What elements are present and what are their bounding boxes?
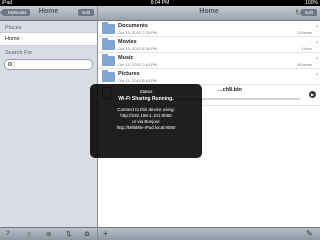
add-icon[interactable]: + — [103, 229, 108, 238]
browser-title: Home — [199, 8, 219, 15]
folder-icon — [102, 54, 115, 66]
search-icon — [8, 62, 12, 66]
places-header: Places — [5, 25, 22, 31]
search-header: Search For — [5, 50, 33, 56]
browser-toolbar: + ✎ — [98, 227, 320, 240]
sidebar-edit-button[interactable]: Edit — [78, 9, 94, 16]
item-name: ...ch8.bin — [218, 87, 242, 93]
dialog-line: Connect to this device using: — [117, 107, 175, 112]
folder-icon — [102, 70, 115, 82]
item-count: 13 items — [296, 30, 312, 35]
chevron-right-icon: › — [316, 56, 318, 62]
chevron-right-icon: › — [316, 24, 318, 30]
list-item[interactable]: Movies Oct 13, 2010 6:36 PM 1 item › — [98, 37, 320, 53]
folder-icon — [102, 22, 115, 34]
edit-icon[interactable]: ✎ — [306, 229, 313, 238]
share-icon[interactable]: ⊚ — [46, 230, 51, 238]
browser-edit-button[interactable]: Edit — [301, 9, 317, 16]
chevron-right-icon: › — [316, 72, 318, 78]
sidebar-toolbar: ? ⌔ ⊚ ⇅ ⚙ — [0, 227, 97, 240]
item-name: Movies — [118, 39, 137, 45]
item-name: Documents — [118, 23, 148, 29]
item-count: 1 item — [301, 46, 312, 51]
dialog-line: http://192.168.1.101:8080 — [120, 113, 172, 118]
play-icon[interactable]: ▶ — [309, 91, 316, 98]
list-item[interactable]: Documents Oct 13, 2010 7:25 PM 13 items … — [98, 21, 320, 37]
status-dialog: Status Wi-Fi Sharing Running. Connect to… — [90, 84, 202, 158]
item-count: 45 items — [296, 62, 312, 67]
item-date: Oct 13, 2010 7:44 PM — [118, 62, 157, 67]
chevron-right-icon: › — [316, 40, 318, 46]
help-icon[interactable]: ? — [6, 230, 10, 237]
dialog-line: or via Bonjour — [132, 119, 160, 124]
list-item[interactable]: Music Oct 13, 2010 7:44 PM 45 items › — [98, 53, 320, 69]
browser-navbar: Home ↻ Edit — [98, 6, 320, 21]
item-date: Oct 13, 2010 6:36 PM — [118, 46, 157, 51]
gear-icon[interactable]: ⚙ — [84, 230, 90, 238]
item-date: Oct 13, 2010 6:45 PM — [118, 78, 157, 83]
search-input[interactable] — [4, 59, 93, 70]
dialog-subtitle: Wi-Fi Sharing Running. — [118, 96, 174, 102]
sidebar: MyBooks Home Edit Places Home Search For… — [0, 6, 98, 240]
wifi-icon[interactable]: ⌔ — [26, 230, 32, 239]
sync-icon[interactable]: ⇅ — [66, 230, 71, 238]
list-item[interactable]: Pictures Oct 13, 2010 6:45 PM › — [98, 69, 320, 85]
dialog-line: http://MiltiMin-iPad.local:8080 — [116, 125, 176, 130]
item-name: Music — [118, 55, 134, 61]
item-date: Oct 13, 2010 7:25 PM — [118, 30, 157, 35]
folder-icon — [102, 38, 115, 50]
dialog-title: Status — [139, 89, 153, 94]
sidebar-navbar: MyBooks Home Edit — [0, 6, 97, 21]
places-item-home[interactable]: Home — [0, 32, 97, 46]
item-name: Pictures — [118, 71, 140, 77]
